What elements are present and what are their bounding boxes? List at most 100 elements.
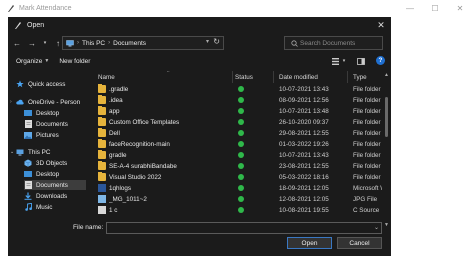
nav-onedrive-desktop[interactable]: Desktop <box>24 108 59 118</box>
minimize-icon[interactable]: — <box>400 0 420 17</box>
help-icon[interactable]: ? <box>376 56 385 65</box>
address-dropdown-icon[interactable]: ▾ <box>206 38 209 45</box>
file-row[interactable]: _MG_1011~2 12-08-2021 12:05 JPG File <box>95 194 382 204</box>
file-date: 18-09-2021 12:05 <box>279 184 329 192</box>
chevron-down-icon[interactable]: ⌄ <box>374 224 379 231</box>
nav-documents[interactable]: Documents <box>24 180 86 190</box>
nav-onedrive[interactable]: OneDrive - Person <box>16 97 80 107</box>
nav-item-label: 3D Objects <box>36 159 68 167</box>
column-separator[interactable] <box>232 71 233 83</box>
column-header-type[interactable]: Type <box>353 71 367 83</box>
file-row[interactable]: .gradle 10-07-2021 13:43 File folder <box>95 84 382 94</box>
file-type: File folder <box>353 129 381 137</box>
nav-item-label: OneDrive - Person <box>28 98 81 106</box>
open-button[interactable]: Open <box>287 237 332 249</box>
breadcrumb-separator-icon: › <box>77 40 79 46</box>
address-bar[interactable]: › This PC › Documents ▾ ↻ <box>62 36 224 50</box>
nav-desktop[interactable]: Desktop <box>24 169 59 179</box>
expand-chevron-icon[interactable]: › <box>10 99 12 105</box>
column-separator[interactable] <box>347 71 348 83</box>
nav-item-label: Music <box>36 203 53 211</box>
nav-item-label: Desktop <box>36 109 60 117</box>
new-folder-label: New folder <box>59 57 91 65</box>
nav-item-label: Desktop <box>36 170 60 178</box>
search-input[interactable] <box>300 39 380 47</box>
dialog-titlebar: Open ✕ <box>8 17 391 33</box>
file-date: 29-08-2021 12:55 <box>279 129 329 137</box>
app-title: Mark Attendance <box>19 5 72 12</box>
column-header-name[interactable]: Name <box>98 71 115 83</box>
file-row[interactable]: Custom Office Templates 26-10-2020 09:37 F… <box>95 117 382 127</box>
new-folder-button[interactable]: New folder <box>59 58 90 65</box>
folder-icon <box>98 139 106 148</box>
nav-item-label: Documents <box>36 181 68 189</box>
column-separator[interactable] <box>273 71 274 83</box>
nav-onedrive-documents[interactable]: Documents <box>24 119 68 129</box>
organize-label: Organize <box>16 57 43 65</box>
nav-music[interactable]: Music <box>24 202 52 212</box>
file-date: 23-08-2021 12:55 <box>279 162 329 170</box>
star-icon <box>16 80 24 88</box>
back-icon[interactable]: ← <box>11 37 23 49</box>
filename-input[interactable] <box>106 222 382 234</box>
file-row[interactable]: .idea 08-09-2021 12:56 File folder <box>95 95 382 105</box>
sync-status-icon <box>238 174 244 180</box>
file-type: File folder <box>353 118 381 126</box>
search-box[interactable] <box>284 36 383 50</box>
close-icon[interactable]: ✕ <box>450 0 470 17</box>
folder-icon <box>98 161 106 170</box>
scroll-up-icon[interactable]: ▲ <box>383 71 390 78</box>
file-type: File folder <box>353 151 381 159</box>
folder-icon <box>98 106 106 115</box>
cancel-button[interactable]: Cancel <box>337 237 382 249</box>
column-header-date[interactable]: Date modified <box>279 71 318 83</box>
breadcrumb-documents[interactable]: Documents <box>113 40 146 47</box>
file-row[interactable]: 1 c 10-08-2021 19:55 C Source <box>95 205 382 215</box>
folder-icon <box>98 84 106 93</box>
feather-icon <box>13 20 23 30</box>
nav-downloads[interactable]: Downloads <box>24 191 67 201</box>
sync-status-icon <box>238 163 244 169</box>
expand-chevron-down-icon[interactable]: ⌄ <box>10 149 14 155</box>
nav-3d-objects[interactable]: 3D Objects <box>24 158 67 168</box>
file-row[interactable]: app 10-07-2021 13:48 File folder <box>95 106 382 116</box>
documents-icon <box>24 120 32 128</box>
vertical-scrollbar[interactable]: ▲ ▼ <box>383 71 390 228</box>
nav-item-label: Documents <box>36 120 68 128</box>
organize-button[interactable]: Organize ▼ <box>16 58 49 65</box>
file-row[interactable]: gradle 10-07-2021 13:43 File folder <box>95 150 382 160</box>
nav-onedrive-pictures[interactable]: Pictures <box>24 130 59 140</box>
file-row[interactable]: Visual Studio 2022 05-03-2022 18:16 File f… <box>95 172 382 182</box>
file-name: faceRecognition-main <box>109 140 170 148</box>
file-name: 1qhlogs <box>109 184 132 192</box>
command-bar: Organize ▼ New folder ▾ ? <box>8 54 391 68</box>
breadcrumb-this-pc[interactable]: This PC <box>82 40 105 47</box>
open-dialog: Open ✕ ← → ▾ ↑ › This PC › Documents ▾ ↻… <box>8 17 391 256</box>
file-icon <box>98 206 106 214</box>
refresh-icon[interactable]: ↻ <box>213 37 220 46</box>
view-dropdown-icon[interactable]: ▾ <box>341 55 347 67</box>
navigation-bar: ← → ▾ ↑ › This PC › Documents ▾ ↻ <box>8 35 391 51</box>
sync-status-icon <box>238 86 244 92</box>
view-options-icon[interactable] <box>330 55 340 67</box>
forward-icon[interactable]: → <box>26 37 38 49</box>
filename-label: File name: <box>73 224 104 231</box>
file-type: File folder <box>353 140 381 148</box>
dialog-close-icon[interactable]: ✕ <box>375 19 387 31</box>
scrollbar-thumb[interactable] <box>385 97 388 137</box>
file-row[interactable]: 1qhlogs 18-09-2021 12:05 Microsoft Wo <box>95 183 382 193</box>
file-date: 01-03-2022 19:26 <box>279 140 329 148</box>
file-name: Visual Studio 2022 <box>109 173 162 181</box>
nav-this-pc[interactable]: This PC <box>16 147 50 157</box>
file-date: 10-08-2021 19:55 <box>279 206 329 214</box>
file-row[interactable]: faceRecognition-main 01-03-2022 19:26 File… <box>95 139 382 149</box>
file-row[interactable]: Dell 29-08-2021 12:55 File folder <box>95 128 382 138</box>
preview-pane-icon[interactable] <box>356 55 366 67</box>
nav-quick-access[interactable]: Quick access <box>16 79 65 89</box>
pictures-icon <box>24 131 32 139</box>
file-name: 1 c <box>109 206 118 214</box>
recent-locations-icon[interactable]: ▾ <box>39 37 51 49</box>
file-row[interactable]: SE-A-4 surabhiBandabe 23-08-2021 12:55 Fil… <box>95 161 382 171</box>
column-header-status[interactable]: Status <box>235 71 253 83</box>
maximize-icon[interactable]: ☐ <box>425 0 445 17</box>
